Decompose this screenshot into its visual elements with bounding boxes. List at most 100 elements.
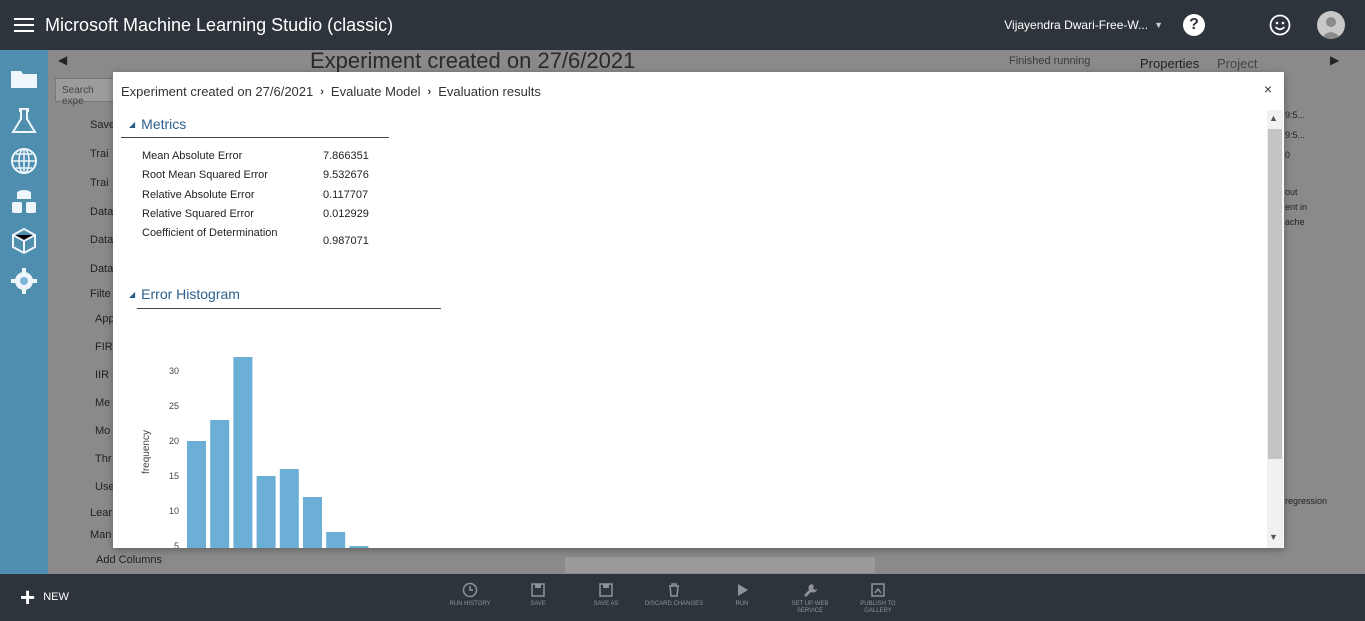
list-item[interactable]: Thr xyxy=(95,453,112,465)
avatar[interactable] xyxy=(1317,11,1345,39)
metric-value: 0.987071 xyxy=(323,235,369,247)
list-item[interactable]: Data xyxy=(90,234,113,246)
metric-value: 0.117707 xyxy=(323,189,369,201)
notification-slot xyxy=(1225,13,1249,37)
run-status: Finished running xyxy=(1009,55,1091,67)
run-label: RUN xyxy=(735,601,749,607)
save-button[interactable]: SAVE xyxy=(503,582,573,608)
properties-snippet: 9:5... xyxy=(1285,110,1306,120)
error-histogram-title: Error Histogram xyxy=(141,286,240,302)
y-axis-label: frequency xyxy=(141,430,152,474)
discard-changes-button[interactable]: DISCARD CHANGES xyxy=(639,582,709,608)
metric-label: Coefficient of Determination xyxy=(142,227,278,239)
properties-snippet: regression xyxy=(1285,496,1328,506)
help-icon[interactable]: ? xyxy=(1183,14,1205,36)
run-button[interactable]: RUN xyxy=(707,582,777,608)
hamburger-menu-icon[interactable] xyxy=(0,0,48,50)
chevron-right-icon[interactable]: ▶ xyxy=(1330,53,1339,67)
breadcrumb: Experiment created on 27/6/2021 › Evalua… xyxy=(121,84,541,99)
metrics-title: Metrics xyxy=(141,116,187,132)
metric-label: Root Mean Squared Error xyxy=(142,169,268,181)
properties-snippet: 0 xyxy=(1285,150,1291,160)
chevron-down-icon[interactable]: ▼ xyxy=(1154,20,1163,30)
chevron-left-icon[interactable]: ◀ xyxy=(58,53,67,67)
experiments-flask-icon[interactable] xyxy=(9,106,39,136)
histogram-bar xyxy=(349,546,369,548)
clock-icon xyxy=(462,582,478,598)
top-bar: Microsoft Machine Learning Studio (class… xyxy=(0,0,1365,50)
histogram-bar xyxy=(256,476,276,548)
list-item[interactable]: Trai xyxy=(90,177,109,189)
save-disk-icon xyxy=(531,583,545,597)
list-item[interactable]: Lear xyxy=(90,507,112,519)
new-button[interactable]: + NEW xyxy=(20,584,69,610)
projects-folder-icon[interactable] xyxy=(9,62,39,92)
canvas-scrollbar[interactable] xyxy=(565,557,875,573)
list-item[interactable]: Data xyxy=(90,263,113,275)
y-tick-label: 5 xyxy=(174,541,179,548)
breadcrumb-evaluate-model[interactable]: Evaluate Model xyxy=(331,84,421,99)
y-tick-label: 10 xyxy=(169,506,179,516)
scroll-down-icon[interactable]: ▼ xyxy=(1269,532,1278,542)
list-item[interactable]: Mo xyxy=(95,425,110,437)
publish-to-gallery-label: PUBLISH TO GALLERY xyxy=(860,601,896,614)
search-input[interactable]: Search expe xyxy=(55,78,115,107)
histogram-bar xyxy=(187,441,206,548)
collapse-triangle-icon[interactable]: ◢ xyxy=(129,290,135,299)
datasets-icon[interactable] xyxy=(9,186,39,216)
chevron-right-icon: › xyxy=(427,85,432,98)
play-icon xyxy=(738,584,748,596)
properties-snippet: ache xyxy=(1285,217,1305,227)
web-services-globe-icon[interactable] xyxy=(9,146,39,176)
list-item[interactable]: Use xyxy=(95,481,115,493)
error-histogram-chart: frequency 5 10 15 20 25 30 xyxy=(141,357,369,548)
save-as-label: SAVE AS xyxy=(593,601,619,607)
properties-snippet: 9:5... xyxy=(1285,130,1306,140)
save-as-button[interactable]: SAVE AS xyxy=(571,582,641,608)
user-name[interactable]: Vijayendra Dwari-Free-W... xyxy=(1004,18,1148,32)
list-item[interactable]: Data xyxy=(90,206,113,218)
error-histogram-section-header[interactable]: ◢ Error Histogram xyxy=(129,286,240,302)
divider xyxy=(137,308,441,309)
list-item-add-columns[interactable]: Add Columns xyxy=(96,554,162,566)
dialog-scrollbar-thumb[interactable] xyxy=(1268,129,1282,459)
breadcrumb-experiment[interactable]: Experiment created on 27/6/2021 xyxy=(121,84,313,99)
set-up-web-service-button[interactable]: SET UP WEB SERVICE xyxy=(775,582,845,615)
breadcrumb-evaluation-results: Evaluation results xyxy=(438,84,541,99)
trash-icon xyxy=(669,583,679,597)
run-history-button[interactable]: RUN HISTORY xyxy=(435,582,505,608)
histogram-bar xyxy=(210,420,230,548)
y-tick-label: 20 xyxy=(169,436,179,446)
divider xyxy=(121,137,389,138)
y-tick-label: 30 xyxy=(169,366,179,376)
metric-label: Relative Absolute Error xyxy=(142,189,255,201)
settings-gear-icon[interactable] xyxy=(9,266,39,296)
tab-project[interactable]: Project xyxy=(1217,56,1257,71)
trained-models-cube-icon[interactable] xyxy=(9,226,39,256)
list-item[interactable]: Me xyxy=(95,397,110,409)
list-item[interactable]: FIR xyxy=(95,341,113,353)
set-up-web-service-label: SET UP WEB SERVICE xyxy=(791,601,829,614)
y-tick-label: 25 xyxy=(169,401,179,411)
close-icon[interactable]: × xyxy=(1264,81,1272,97)
list-item[interactable]: Man xyxy=(90,529,111,541)
y-tick-label: 15 xyxy=(169,471,179,481)
metrics-section-header[interactable]: ◢ Metrics xyxy=(129,116,186,132)
scroll-up-icon[interactable]: ▲ xyxy=(1269,113,1278,123)
collapse-triangle-icon[interactable]: ◢ xyxy=(129,120,135,129)
list-item[interactable]: Trai xyxy=(90,148,109,160)
publish-to-gallery-button[interactable]: PUBLISH TO GALLERY xyxy=(843,582,913,615)
list-item[interactable]: Filte xyxy=(90,288,111,300)
app-title: Microsoft Machine Learning Studio (class… xyxy=(45,14,394,35)
experiment-title: Experiment created on 27/6/2021 xyxy=(310,48,636,73)
metric-label: Mean Absolute Error xyxy=(142,150,243,162)
discard-changes-label: DISCARD CHANGES xyxy=(644,601,704,607)
list-item[interactable]: IIR xyxy=(95,369,109,381)
properties-snippet: out xyxy=(1285,187,1298,197)
tab-properties[interactable]: Properties xyxy=(1140,56,1199,71)
list-item[interactable]: Save xyxy=(90,119,115,131)
list-item[interactable]: App xyxy=(95,313,115,325)
run-history-label: RUN HISTORY xyxy=(449,601,491,607)
user-area: Vijayendra Dwari-Free-W... ▼ ? xyxy=(1004,0,1365,50)
feedback-smile-icon[interactable] xyxy=(1269,14,1291,36)
